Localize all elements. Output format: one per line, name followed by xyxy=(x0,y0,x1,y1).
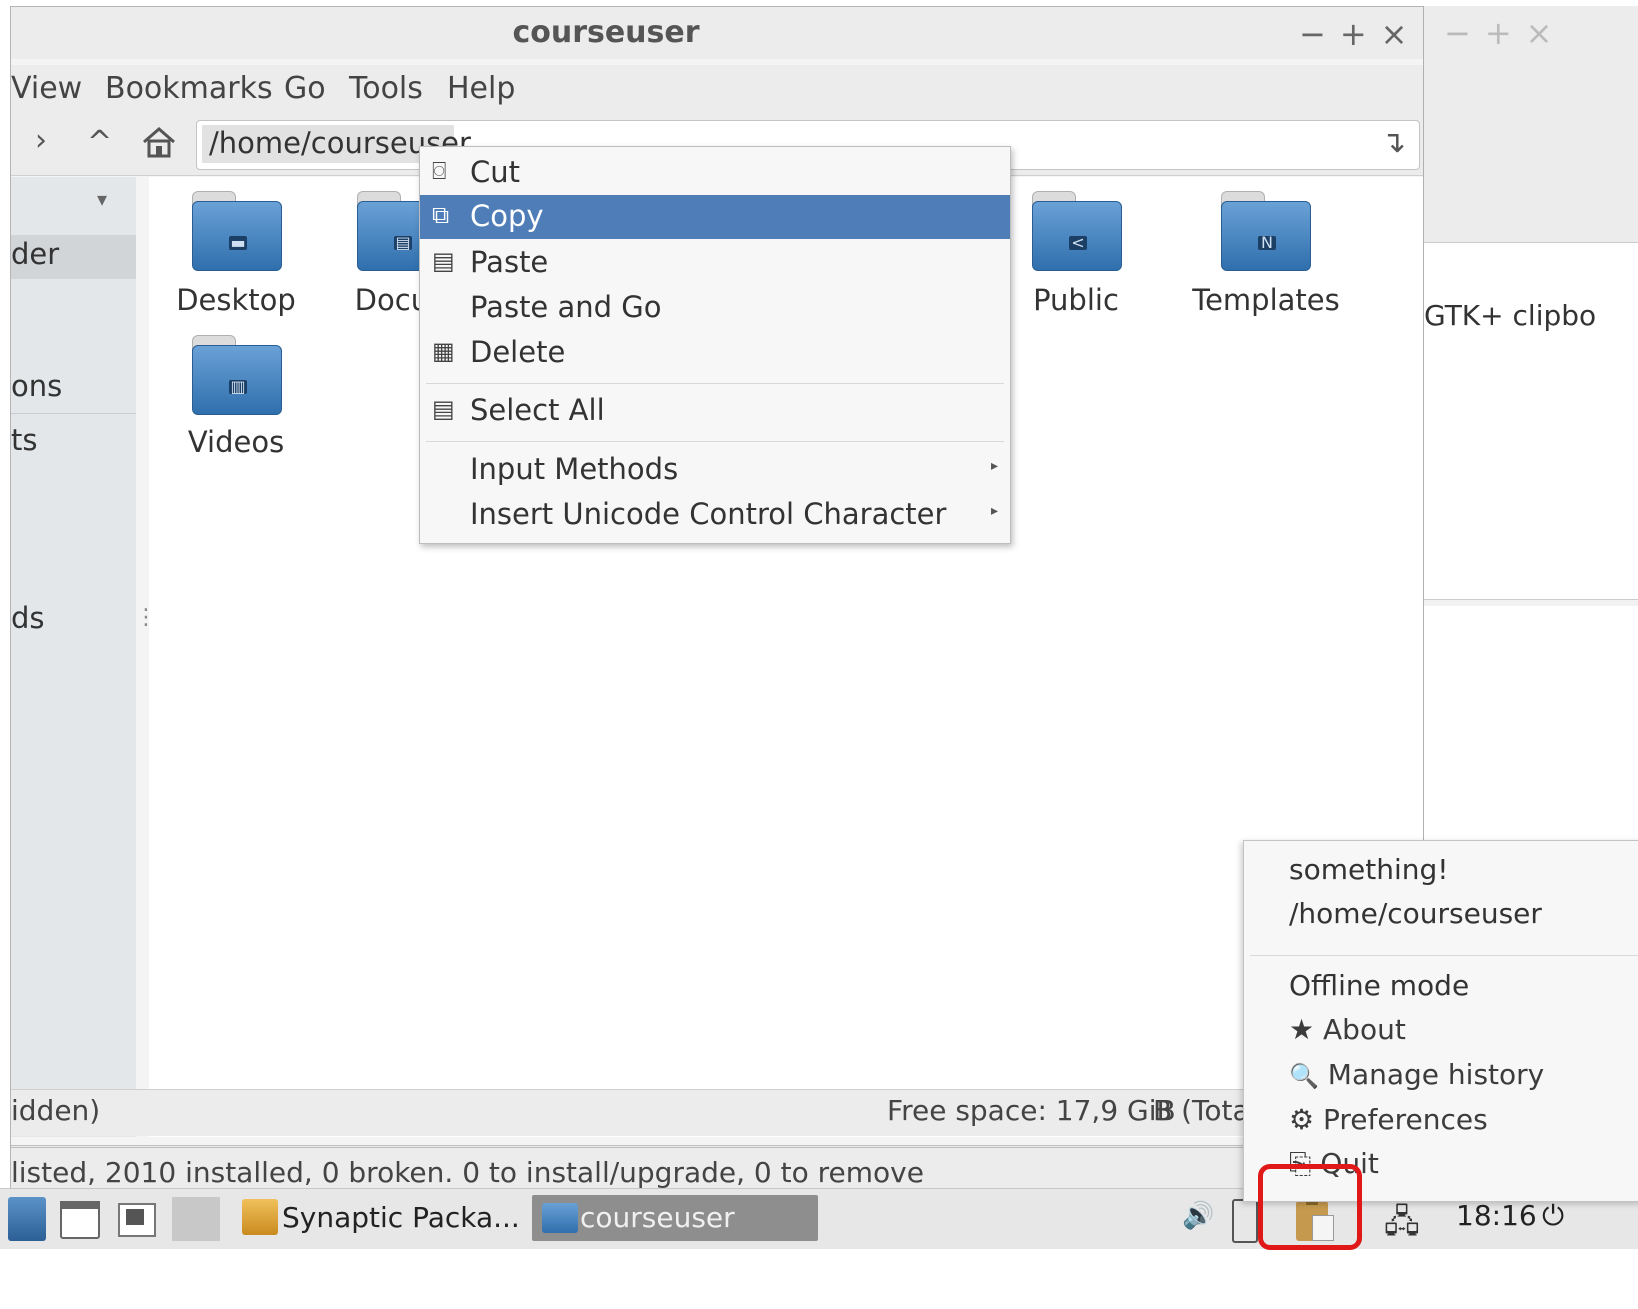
folder-label: Templates xyxy=(1192,283,1340,317)
star-icon: ★ xyxy=(1289,1013,1315,1046)
submenu-arrow-icon: ▸ xyxy=(990,503,998,519)
free-space-text: Free space: 17,9 GiB xyxy=(887,1094,1176,1127)
menu-item-cut[interactable]: ⌼ Cut xyxy=(420,151,1010,195)
menu-go[interactable]: Go xyxy=(284,71,326,106)
home-icon[interactable] xyxy=(141,125,177,163)
right-content-lower xyxy=(1424,606,1638,843)
file-manager-launcher-icon[interactable] xyxy=(112,1197,156,1241)
menu-item-insert-unicode[interactable]: Insert Unicode Control Character ▸ xyxy=(420,493,1010,537)
menu-separator xyxy=(426,383,1004,384)
sidebar: ▾ der ons ts ds xyxy=(11,177,136,1137)
history-item[interactable]: /home/courseuser xyxy=(1289,897,1542,930)
right-window-controls: −+× xyxy=(1444,14,1566,52)
sidebar-divider xyxy=(11,413,136,414)
menu-item-input-methods[interactable]: Input Methods ▸ xyxy=(420,448,1010,492)
menu-bar: View Bookmarks Go Tools Help xyxy=(11,65,1487,115)
folder-task-icon xyxy=(542,1203,578,1233)
right-minimize-button[interactable]: − xyxy=(1444,14,1485,52)
network-icon[interactable]: 🖧 xyxy=(1384,1199,1420,1253)
folder-icon: ▥ xyxy=(192,335,282,415)
menu-item-paste-and-go[interactable]: Paste and Go xyxy=(420,286,1010,330)
title-bar[interactable]: courseuser −+× xyxy=(11,7,1487,59)
window-controls: −+× xyxy=(1299,15,1421,53)
copy-icon: ⧉ xyxy=(432,201,450,229)
menu-item-delete[interactable]: ▦ Delete xyxy=(420,331,1010,375)
right-close-button[interactable]: × xyxy=(1526,14,1567,52)
window-title: courseuser xyxy=(512,15,700,50)
sidebar-dropdown-icon[interactable]: ▾ xyxy=(97,187,107,211)
up-button[interactable]: ^ xyxy=(87,125,112,160)
clock[interactable]: 18:16 xyxy=(1456,1199,1537,1232)
submenu-arrow-icon: ▸ xyxy=(990,458,998,474)
right-maximize-button[interactable]: + xyxy=(1485,14,1526,52)
delete-icon: ▦ xyxy=(432,337,455,365)
menu-tools[interactable]: Tools xyxy=(349,71,423,106)
go-button[interactable]: ↴ xyxy=(1381,125,1406,160)
offline-mode-item[interactable]: Offline mode xyxy=(1289,969,1469,1002)
popup-separator xyxy=(1250,955,1638,956)
forward-button[interactable]: › xyxy=(35,123,47,158)
folder-icon: < xyxy=(1032,191,1122,271)
task-synaptic[interactable]: Synaptic Packa... xyxy=(232,1195,522,1241)
right-titlebar: −+× xyxy=(1424,6,1638,104)
package-status-text: listed, 2010 installed, 0 broken. 0 to i… xyxy=(11,1156,924,1189)
total-space-text: B (Tota xyxy=(1153,1094,1250,1127)
cut-icon: ⌼ xyxy=(432,157,447,185)
battery-icon[interactable] xyxy=(1232,1199,1258,1243)
menu-item-copy[interactable]: ⧉ Copy xyxy=(420,195,1010,239)
close-button[interactable]: × xyxy=(1381,15,1422,53)
launcher-icon[interactable] xyxy=(172,1197,220,1241)
maximize-button[interactable]: + xyxy=(1340,15,1381,53)
folder-label: Videos xyxy=(187,425,285,459)
hidden-count-text: idden) xyxy=(11,1094,101,1127)
history-item[interactable]: something! xyxy=(1289,853,1448,886)
show-desktop-icon[interactable] xyxy=(56,1197,100,1241)
gear-icon: ⚙ xyxy=(1289,1103,1315,1136)
context-menu: ⌼ Cut ⧉ Copy ▤ Paste Paste and Go ▦ Dele… xyxy=(419,146,1011,544)
menu-bookmarks[interactable]: Bookmarks xyxy=(105,71,273,106)
menu-separator xyxy=(426,441,1004,442)
sidebar-item-documents[interactable]: ts xyxy=(11,423,37,457)
search-icon: 🔍 xyxy=(1289,1062,1319,1090)
paste-icon: ▤ xyxy=(432,247,455,275)
menu-view[interactable]: View xyxy=(11,71,82,106)
clipboard-popup-menu: something! /home/courseuser Offline mode… xyxy=(1243,840,1638,1202)
start-menu-icon[interactable] xyxy=(8,1197,46,1241)
folder-icon: N xyxy=(1221,191,1311,271)
highlight-box xyxy=(1258,1164,1362,1250)
power-icon[interactable]: ⏻ xyxy=(1542,1199,1564,1233)
folder-icon: ▬ xyxy=(192,191,282,271)
folder-label: Desktop xyxy=(176,283,296,317)
select-all-icon: ▤ xyxy=(432,395,455,423)
gtk-clipboard-text: GTK+ clipbo xyxy=(1424,299,1597,332)
menu-item-select-all[interactable]: ▤ Select All xyxy=(420,389,1010,433)
volume-icon[interactable]: 🔊 xyxy=(1182,1201,1214,1231)
menu-item-paste[interactable]: ▤ Paste xyxy=(420,241,1010,285)
folder-label: Public xyxy=(1033,283,1119,317)
manage-history-item[interactable]: 🔍 Manage history xyxy=(1289,1058,1544,1091)
synaptic-icon xyxy=(242,1199,278,1235)
right-toolbar xyxy=(1424,104,1638,242)
sidebar-item-applications[interactable]: ons xyxy=(11,369,62,403)
right-content: GTK+ clipbo xyxy=(1424,242,1638,600)
menu-help[interactable]: Help xyxy=(447,71,515,106)
about-item[interactable]: ★ About xyxy=(1289,1013,1406,1046)
task-courseuser[interactable]: courseuser xyxy=(532,1195,818,1241)
sidebar-item-downloads[interactable]: ds xyxy=(11,601,45,635)
preferences-item[interactable]: ⚙ Preferences xyxy=(1289,1103,1488,1136)
sidebar-item-folder[interactable]: der xyxy=(11,237,59,271)
minimize-button[interactable]: − xyxy=(1299,15,1340,53)
